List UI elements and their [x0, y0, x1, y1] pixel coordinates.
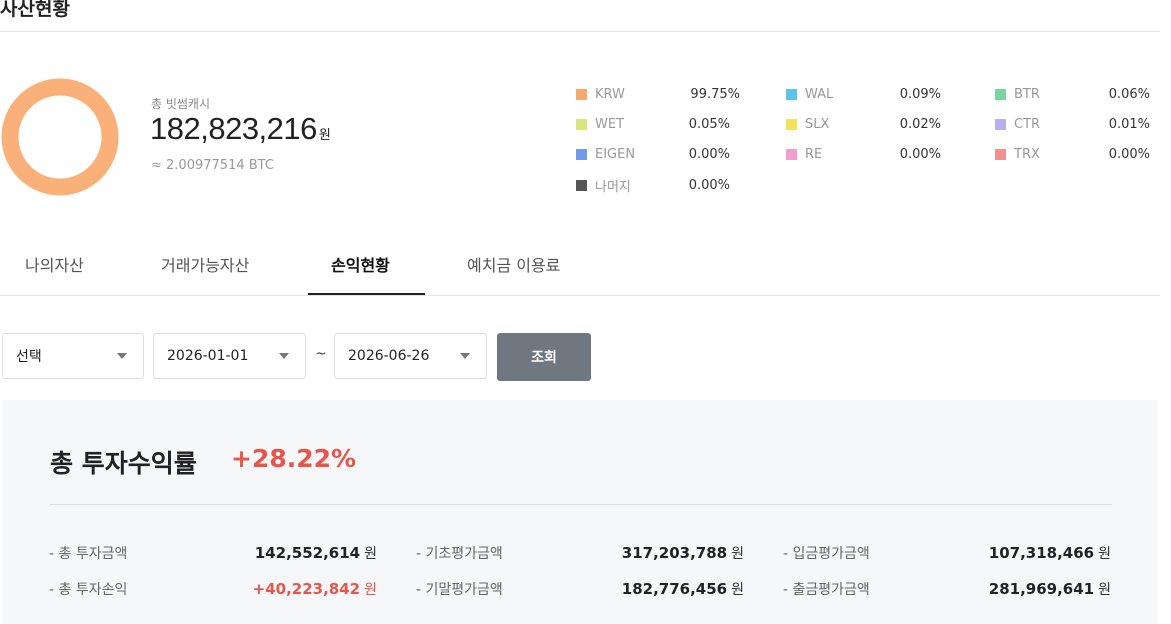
legend-pct: 0.00% [688, 177, 730, 193]
legend-item-re: RE 0.00% [786, 145, 941, 163]
legend-pct: 0.00% [899, 146, 941, 162]
unit: 원 [364, 582, 377, 598]
legend-item-others: 나머지 0.00% [576, 176, 730, 195]
total-investment-number: 142,552,614 [254, 544, 361, 562]
page-title: 사산현황 [0, 0, 70, 20]
legend-pct: 0.05% [688, 116, 730, 132]
opening-valuation-value: 317,203,788 원 [604, 543, 744, 563]
withdrawal-valuation-label: - 출금평가금액 [783, 582, 870, 598]
legend-item-trx: TRX 0.00% [995, 145, 1150, 163]
panel-divider [50, 504, 1112, 505]
chevron-down-icon [117, 353, 127, 359]
legend-item-eigen: EIGEN 0.00% [576, 145, 730, 163]
legend-item-wal: WAL 0.09% [786, 85, 941, 103]
legend-swatch [995, 148, 1006, 160]
legend-pct: 0.00% [1108, 146, 1150, 162]
opening-valuation-number: 317,203,788 [621, 544, 728, 562]
legend-pct: 0.01% [1108, 116, 1150, 132]
withdrawal-valuation-number: 281,969,641 [988, 580, 1095, 598]
tab-profit-loss[interactable]: 손익현황 [331, 252, 390, 276]
withdrawal-valuation-value: 281,969,641 원 [971, 579, 1111, 599]
total-cash-number: 182,823,216 [150, 111, 317, 146]
date-range-separator: ~ [315, 346, 327, 362]
unit: 원 [731, 546, 744, 562]
total-profit-value: +40,223,842 원 [237, 579, 377, 599]
total-return-label: 총 투자수익률 [50, 449, 197, 478]
legend-item-slx: SLX 0.02% [786, 115, 941, 133]
closing-valuation-number: 182,776,456 [621, 580, 728, 598]
type-select[interactable]: 선택 [2, 333, 144, 379]
legend-item-ctr: CTR 0.01% [995, 115, 1150, 133]
legend-name: KRW [595, 86, 625, 102]
tabs-divider [0, 295, 1160, 296]
legend-item-wet: WET 0.05% [576, 115, 730, 133]
asset-donut-chart [1, 78, 119, 196]
chevron-down-icon [460, 353, 470, 359]
total-profit-label: - 총 투자손익 [49, 582, 128, 598]
start-date-select[interactable]: 2026-01-01 [153, 333, 306, 379]
total-return-value: +28.22% [231, 444, 357, 473]
legend-pct: 0.06% [1108, 86, 1150, 102]
legend-item-btr: BTR 0.06% [995, 85, 1150, 103]
total-investment-label: - 총 투자금액 [49, 546, 128, 562]
total-cash-label: 총 빗썸캐시 [151, 97, 211, 111]
start-date-value: 2026-01-01 [167, 348, 249, 364]
search-button[interactable]: 조회 [497, 333, 591, 381]
donut-ring [1, 78, 119, 196]
closing-valuation-label: - 기말평가금액 [416, 582, 503, 598]
total-cash-amount: 182,823,216 원 [150, 111, 331, 147]
tab-tradable-assets[interactable]: 거래가능자산 [161, 252, 249, 276]
deposit-valuation-value: 107,318,466 원 [971, 543, 1111, 563]
total-investment-value: 142,552,614 원 [237, 543, 377, 563]
title-divider [0, 31, 1160, 32]
unit: 원 [1098, 582, 1111, 598]
unit: 원 [731, 582, 744, 598]
opening-valuation-label: - 기초평가금액 [416, 546, 503, 562]
closing-valuation-value: 182,776,456 원 [604, 579, 744, 599]
tab-my-assets[interactable]: 나의자산 [25, 252, 84, 276]
legend-swatch [576, 88, 587, 100]
legend-pct: 99.75% [690, 86, 740, 102]
legend-swatch [995, 88, 1006, 100]
total-profit-number: +40,223,842 [252, 580, 361, 598]
unit: 원 [364, 546, 377, 562]
legend-swatch [786, 148, 797, 160]
chevron-down-icon [279, 353, 289, 359]
legend-swatch [786, 88, 797, 100]
total-cash-unit: 원 [318, 127, 331, 142]
tab-deposit-fee[interactable]: 예치금 이용료 [467, 252, 560, 276]
legend-pct: 0.09% [899, 86, 941, 102]
legend-swatch [786, 118, 797, 130]
legend-swatch [576, 179, 587, 191]
type-select-value: 선택 [16, 349, 42, 365]
deposit-valuation-number: 107,318,466 [988, 544, 1095, 562]
legend-pct: 0.02% [899, 116, 941, 132]
legend-swatch [576, 148, 587, 160]
legend-pct: 0.00% [688, 146, 730, 162]
total-btc-equivalent: ≈ 2.00977514 BTC [151, 158, 274, 173]
deposit-valuation-label: - 입금평가금액 [783, 546, 870, 562]
end-date-select[interactable]: 2026-06-26 [334, 333, 487, 379]
legend-swatch [576, 118, 587, 130]
legend-swatch [995, 118, 1006, 130]
unit: 원 [1098, 546, 1111, 562]
legend-item-krw: KRW 99.75% [576, 85, 740, 103]
end-date-value: 2026-06-26 [348, 348, 430, 364]
